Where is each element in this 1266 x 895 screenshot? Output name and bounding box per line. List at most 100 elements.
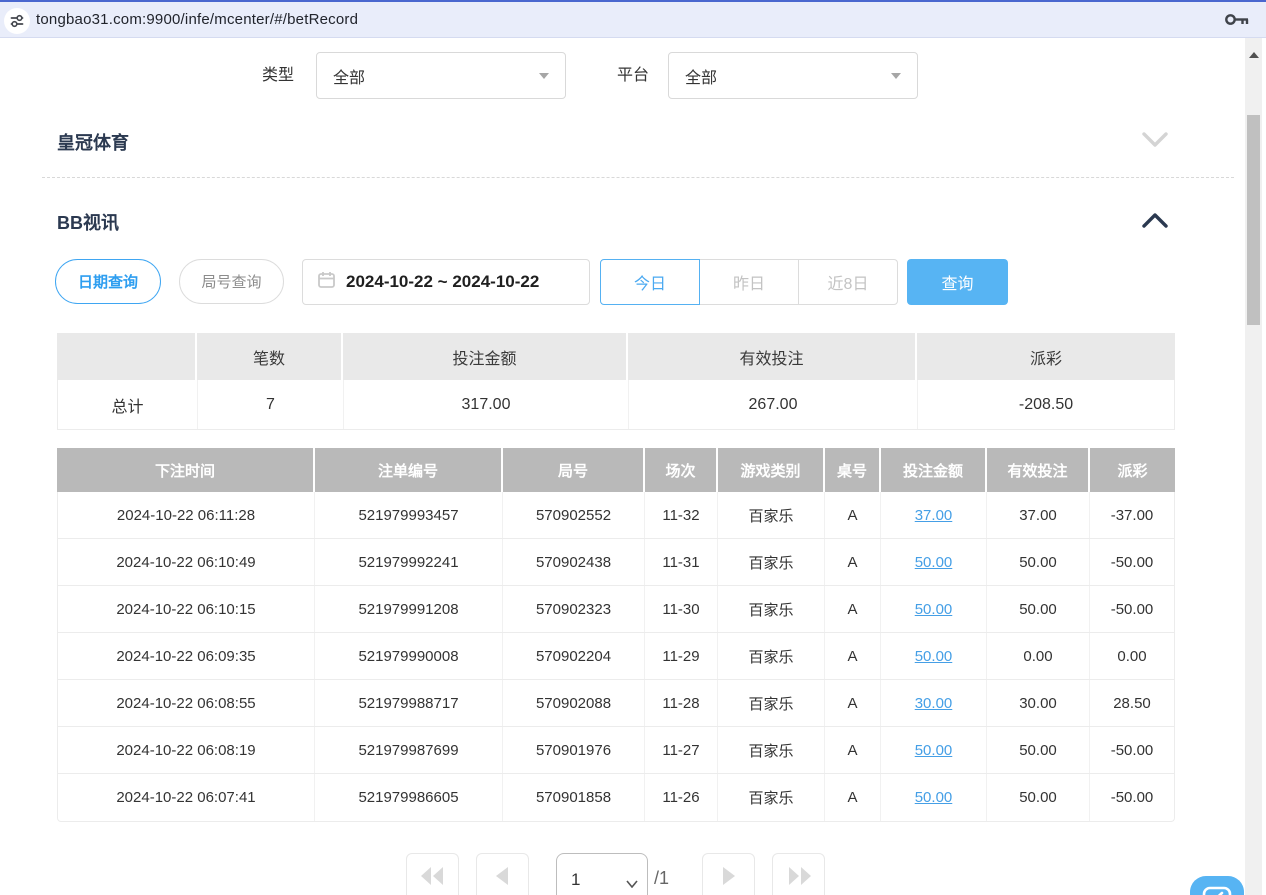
scrollbar-up-arrow[interactable] <box>1245 48 1262 62</box>
cell-session: 11-27 <box>645 727 718 773</box>
bet-record-table: 下注时间 注单编号 局号 场次 游戏类别 桌号 投注金额 有效投注 派彩 202… <box>57 448 1175 822</box>
summary-valid-bet-value: 267.00 <box>629 380 918 429</box>
header-payout: 派彩 <box>1090 448 1175 492</box>
chevron-down-icon[interactable] <box>1142 131 1168 149</box>
bet-amount-link[interactable]: 50.00 <box>915 601 953 618</box>
cell-round-id: 570902204 <box>503 633 645 679</box>
date-range-value: 2024-10-22 ~ 2024-10-22 <box>346 272 539 292</box>
search-button[interactable]: 查询 <box>907 259 1008 305</box>
cell-valid-bet: 30.00 <box>987 680 1090 726</box>
cell-round-id: 570902438 <box>503 539 645 585</box>
cell-table-no: A <box>825 586 881 632</box>
table-body: 2024-10-22 06:11:28 521979993457 5709025… <box>57 492 1175 822</box>
cell-bet-time: 2024-10-22 06:09:35 <box>58 633 315 679</box>
last8days-button[interactable]: 近8日 <box>798 259 898 305</box>
cell-bet-time: 2024-10-22 06:10:49 <box>58 539 315 585</box>
round-query-tab[interactable]: 局号查询 <box>179 259 284 304</box>
url-text[interactable]: tongbao31.com:9900/infe/mcenter/#/betRec… <box>36 2 358 38</box>
cell-session: 11-26 <box>645 774 718 821</box>
header-bet-time: 下注时间 <box>57 448 315 492</box>
quick-range-group: 今日 昨日 近8日 <box>600 259 898 305</box>
cell-payout: -50.00 <box>1090 774 1174 821</box>
table-header-row: 下注时间 注单编号 局号 场次 游戏类别 桌号 投注金额 有效投注 派彩 <box>57 448 1175 492</box>
last-page-button[interactable] <box>772 853 825 895</box>
cell-table-no: A <box>825 727 881 773</box>
cell-payout: 0.00 <box>1090 633 1174 679</box>
date-query-tab[interactable]: 日期查询 <box>55 259 161 304</box>
bet-amount-link[interactable]: 37.00 <box>915 507 953 524</box>
site-settings-icon[interactable] <box>4 8 30 34</box>
caret-down-icon <box>539 73 549 79</box>
cell-session: 11-31 <box>645 539 718 585</box>
left-arrow-icon <box>495 867 510 890</box>
today-button[interactable]: 今日 <box>600 259 700 305</box>
cell-bet-time: 2024-10-22 06:08:19 <box>58 727 315 773</box>
cell-round-id: 570902552 <box>503 492 645 538</box>
cell-bet-id: 521979987699 <box>315 727 503 773</box>
summary-header-count: 笔数 <box>197 333 343 380</box>
cell-valid-bet: 50.00 <box>987 539 1090 585</box>
date-range-input[interactable]: 2024-10-22 ~ 2024-10-22 <box>302 259 590 305</box>
scrollbar-track[interactable] <box>1245 38 1262 895</box>
summary-total-label: 总计 <box>58 380 198 429</box>
bet-amount-link[interactable]: 50.00 <box>915 648 953 665</box>
next-page-button[interactable] <box>702 853 755 895</box>
cell-round-id: 570901976 <box>503 727 645 773</box>
scrollbar-thumb[interactable] <box>1247 115 1260 325</box>
key-icon[interactable] <box>1224 11 1250 33</box>
calendar-icon <box>317 270 336 294</box>
table-row: 2024-10-22 06:08:19 521979987699 5709019… <box>58 727 1174 774</box>
cell-valid-bet: 50.00 <box>987 727 1090 773</box>
cell-table-no: A <box>825 774 881 821</box>
right-arrow-icon <box>721 867 736 890</box>
yesterday-button[interactable]: 昨日 <box>699 259 799 305</box>
cell-session: 11-29 <box>645 633 718 679</box>
page-select[interactable]: 1 <box>556 853 648 895</box>
platform-filter-dropdown[interactable]: 全部 <box>668 52 918 99</box>
cell-payout: -50.00 <box>1090 727 1174 773</box>
cell-game-type: 百家乐 <box>718 774 825 821</box>
header-session: 场次 <box>645 448 718 492</box>
table-row: 2024-10-22 06:09:35 521979990008 5709022… <box>58 633 1174 680</box>
summary-header-blank <box>57 333 197 380</box>
bet-amount-link[interactable]: 50.00 <box>915 789 953 806</box>
table-row: 2024-10-22 06:10:49 521979992241 5709024… <box>58 539 1174 586</box>
chevron-up-icon[interactable] <box>1142 211 1168 229</box>
section-title-bb: BB视讯 <box>57 209 119 235</box>
cell-bet-time: 2024-10-22 06:07:41 <box>58 774 315 821</box>
table-row: 2024-10-22 06:07:41 521979986605 5709018… <box>58 774 1174 821</box>
cell-game-type: 百家乐 <box>718 633 825 679</box>
cell-bet-id: 521979993457 <box>315 492 503 538</box>
cell-bet-id: 521979986605 <box>315 774 503 821</box>
double-right-arrow-icon <box>786 867 812 890</box>
bet-amount-link[interactable]: 50.00 <box>915 742 953 759</box>
header-game-type: 游戏类别 <box>718 448 825 492</box>
summary-header-valid-bet: 有效投注 <box>628 333 917 380</box>
summary-bet-amount-value: 317.00 <box>344 380 629 429</box>
summary-table: 笔数 投注金额 有效投注 派彩 总计 7 317.00 267.00 -208.… <box>57 333 1175 430</box>
summary-header-bet-amount: 投注金额 <box>343 333 628 380</box>
header-valid-bet: 有效投注 <box>987 448 1090 492</box>
header-round-id: 局号 <box>503 448 645 492</box>
cell-game-type: 百家乐 <box>718 539 825 585</box>
cell-game-type: 百家乐 <box>718 727 825 773</box>
type-filter-dropdown[interactable]: 全部 <box>316 52 566 99</box>
first-page-button[interactable] <box>406 853 459 895</box>
cell-payout: 28.50 <box>1090 680 1174 726</box>
bet-amount-link[interactable]: 30.00 <box>915 695 953 712</box>
table-row: 2024-10-22 06:10:15 521979991208 5709023… <box>58 586 1174 633</box>
header-table-no: 桌号 <box>825 448 881 492</box>
platform-filter-label: 平台 <box>617 52 649 99</box>
summary-total-row: 总计 7 317.00 267.00 -208.50 <box>57 380 1175 430</box>
cell-table-no: A <box>825 539 881 585</box>
bet-amount-link[interactable]: 50.00 <box>915 554 953 571</box>
edit-pencil-icon <box>1201 884 1233 895</box>
cell-bet-id: 521979990008 <box>315 633 503 679</box>
prev-page-button[interactable] <box>476 853 529 895</box>
customer-service-fab[interactable] <box>1190 876 1244 895</box>
address-bar: tongbao31.com:9900/infe/mcenter/#/betRec… <box>0 0 1266 38</box>
type-filter-label: 类型 <box>262 52 294 99</box>
cell-valid-bet: 50.00 <box>987 774 1090 821</box>
cell-game-type: 百家乐 <box>718 586 825 632</box>
cell-round-id: 570902088 <box>503 680 645 726</box>
